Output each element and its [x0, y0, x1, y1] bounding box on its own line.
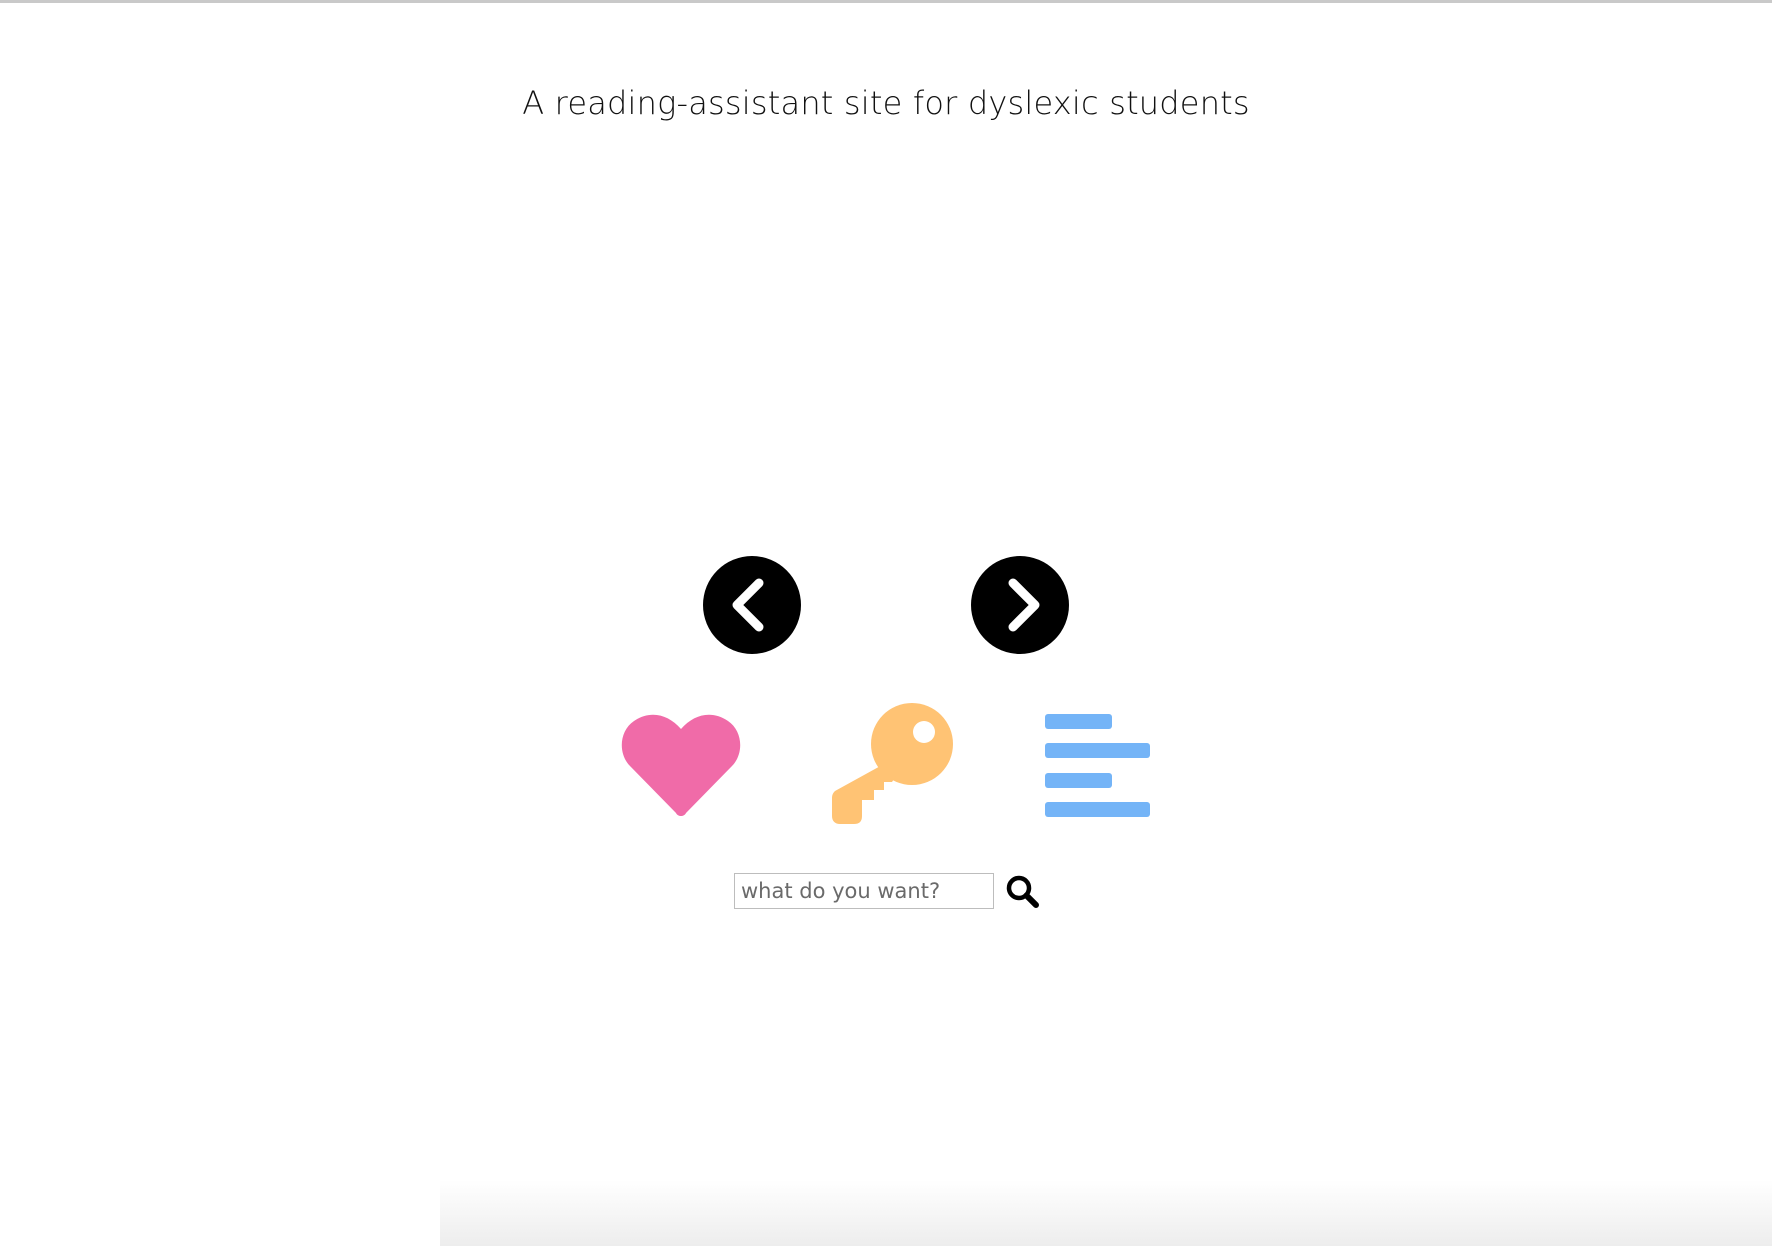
top-divider	[0, 0, 1772, 3]
page-tagline: A reading-assistant site for dyslexic st…	[522, 84, 1250, 122]
page: A reading-assistant site for dyslexic st…	[0, 0, 1772, 1246]
search-button[interactable]	[1002, 871, 1042, 911]
bottom-shadow	[440, 1180, 1772, 1246]
favorites-button[interactable]	[620, 704, 742, 822]
chevron-right-icon	[1008, 578, 1040, 632]
next-button[interactable]	[971, 556, 1069, 654]
search-input[interactable]	[734, 873, 994, 909]
previous-button[interactable]	[703, 556, 801, 654]
align-left-icon	[1045, 714, 1150, 817]
text-align-button[interactable]	[1044, 704, 1152, 822]
chevron-left-icon	[732, 578, 764, 632]
key-icon	[832, 703, 953, 824]
heart-icon	[621, 714, 741, 816]
search-icon	[1006, 875, 1039, 908]
key-button[interactable]	[832, 702, 954, 826]
